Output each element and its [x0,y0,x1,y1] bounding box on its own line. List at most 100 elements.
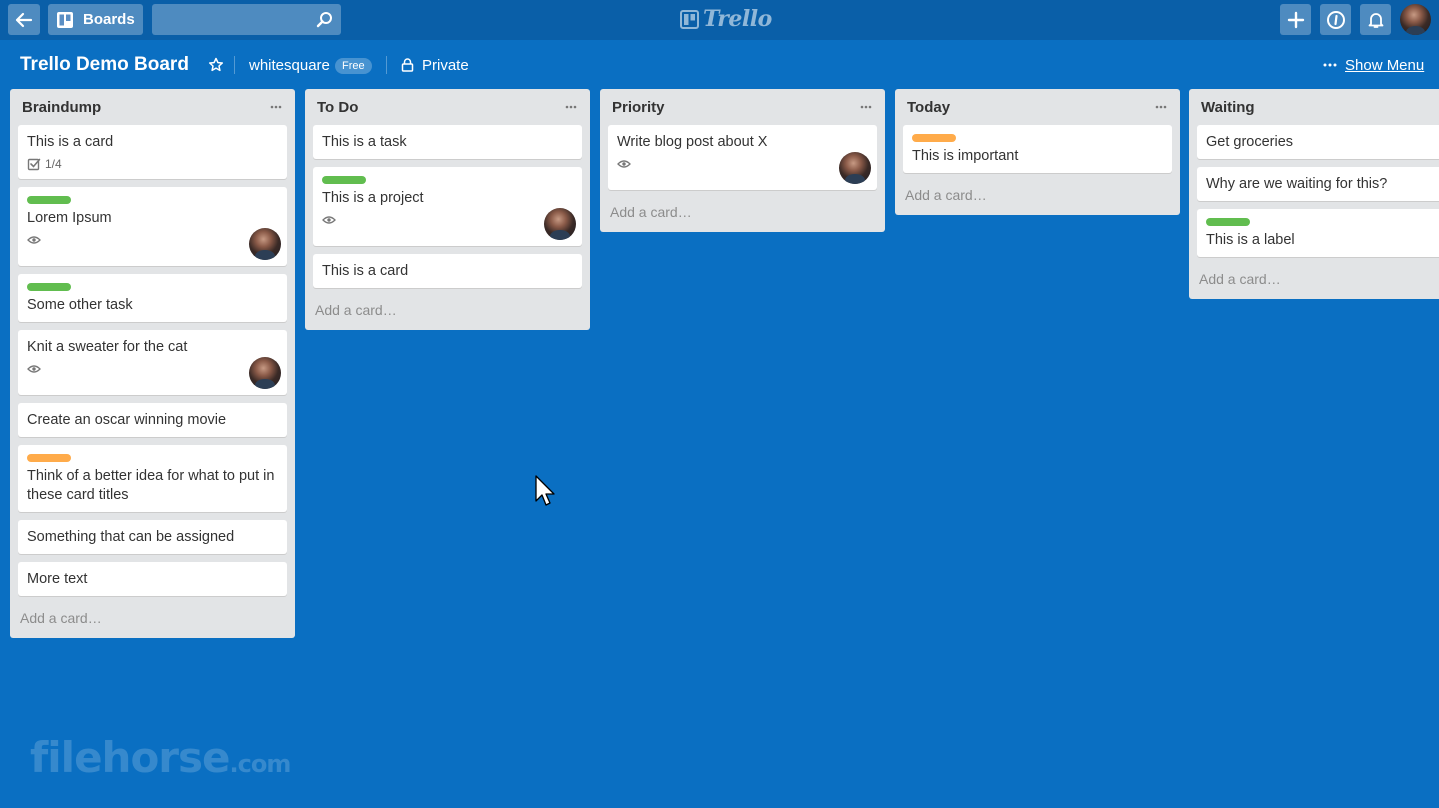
add-card-link[interactable]: Add a card… [305,296,590,330]
card[interactable]: More text [18,562,287,596]
green-label [27,196,71,204]
add-card-link[interactable]: Add a card… [10,604,295,638]
list-title[interactable]: Today [907,99,950,116]
plus-icon [1287,11,1304,28]
list-menu-icon[interactable] [565,105,577,109]
card[interactable]: Something that can be assigned [18,520,287,554]
card-badges [27,232,278,248]
team-name[interactable]: whitesquare [249,57,330,74]
card-title: This is important [912,148,1019,164]
bell-icon [1368,12,1383,28]
member-avatar[interactable] [839,152,871,184]
list-today: Today This is important Add a card… [895,89,1180,215]
card-badges [27,361,278,377]
card-badges [322,212,573,228]
checklist-count: 1/4 [45,156,62,171]
card-badges [617,156,868,172]
card-list: This is a card 1/4 Lorem Ipsum Some other t… [10,125,295,596]
card-title: Something that can be assigned [27,529,235,545]
list-menu-icon[interactable] [1155,105,1167,109]
green-label [322,176,366,184]
list-title[interactable]: To Do [317,99,358,116]
boards-button[interactable]: Boards [48,4,143,35]
boards-label: Boards [83,11,135,28]
card-title: More text [27,571,88,587]
card[interactable]: This is a task [313,125,582,159]
divider [234,56,235,74]
list-header[interactable]: Braindump [10,89,295,125]
list-title[interactable]: Waiting [1201,99,1255,116]
member-avatar[interactable] [249,357,281,389]
list-header[interactable]: Today [895,89,1180,125]
trello-logo-icon [680,9,699,29]
search-icon[interactable] [316,11,333,28]
list-title[interactable]: Priority [612,99,665,116]
list-waiting: Waiting Get groceries Why are we waiting f… [1189,89,1439,299]
card-title: Some other task [27,297,133,313]
card-badges: 1/4 [27,156,278,172]
add-card-link[interactable]: Add a card… [1189,265,1439,299]
filehorse-watermark: filehorse.com [30,733,291,782]
checklist-icon [27,158,41,171]
card-title: Lorem Ipsum [27,210,112,226]
card[interactable]: This is a card [313,254,582,288]
card-list: Write blog post about X [600,125,885,190]
card-title: Think of a better idea for what to put i… [27,468,275,503]
card[interactable]: This is a card 1/4 [18,125,287,179]
member-avatar[interactable] [544,208,576,240]
card[interactable]: This is a project [313,167,582,246]
list-menu-icon[interactable] [270,105,282,109]
card[interactable]: Write blog post about X [608,125,877,190]
card-title: Knit a sweater for the cat [27,339,188,355]
add-button[interactable] [1280,4,1311,35]
card-title: Write blog post about X [617,134,768,150]
card[interactable]: Some other task [18,274,287,322]
search-input[interactable] [152,4,312,37]
watching-eye-icon [27,236,41,244]
card[interactable]: Think of a better idea for what to put i… [18,445,287,512]
card[interactable]: This is a label [1197,209,1439,257]
list-header[interactable]: Waiting [1189,89,1439,125]
card-list: This is important [895,125,1180,173]
board-title[interactable]: Trello Demo Board [20,54,189,76]
card-list: This is a task This is a project This is a… [305,125,590,288]
watching-eye-icon [617,160,631,168]
user-avatar[interactable] [1400,4,1431,35]
card-title: Why are we waiting for this? [1206,176,1388,192]
top-header: Boards Trello [0,0,1439,40]
orange-label [912,134,956,142]
trello-logo[interactable]: Trello [680,6,772,32]
more-dots-icon[interactable] [1323,63,1337,67]
card-title: This is a card [27,134,114,150]
privacy-setting[interactable]: Private [422,57,469,74]
add-card-link[interactable]: Add a card… [895,181,1180,215]
back-arrow-icon [15,12,33,27]
back-button[interactable] [8,4,40,35]
list-header[interactable]: To Do [305,89,590,125]
card[interactable]: Get groceries [1197,125,1439,159]
list-braindump: Braindump This is a card 1/4 Lorem Ipsum Som… [10,89,295,638]
info-button[interactable] [1320,4,1351,35]
card[interactable]: This is important [903,125,1172,173]
card-title: Create an oscar winning movie [27,412,227,428]
card-title: This is a project [322,190,424,206]
list-header[interactable]: Priority [600,89,885,125]
boards-icon [57,11,73,28]
lock-icon [401,58,414,72]
notifications-button[interactable] [1360,4,1391,35]
info-icon [1326,10,1345,29]
list-title[interactable]: Braindump [22,99,101,116]
watching-eye-icon [322,216,336,224]
show-menu-link[interactable]: Show Menu [1345,57,1424,74]
card[interactable]: Lorem Ipsum [18,187,287,266]
member-avatar[interactable] [249,228,281,260]
search-box[interactable] [152,4,341,37]
add-card-link[interactable]: Add a card… [600,198,885,232]
divider [386,56,387,74]
card-title: This is a task [322,134,407,150]
card[interactable]: Create an oscar winning movie [18,403,287,437]
list-menu-icon[interactable] [860,105,872,109]
star-icon[interactable] [208,57,224,73]
card[interactable]: Knit a sweater for the cat [18,330,287,395]
card[interactable]: Why are we waiting for this? [1197,167,1439,201]
